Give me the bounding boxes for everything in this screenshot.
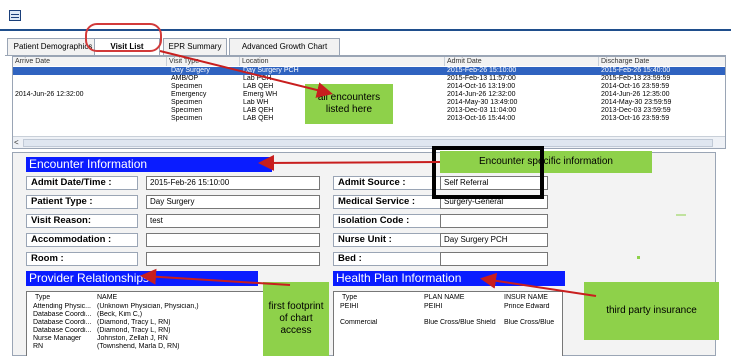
provider-type: Database Coordi... — [33, 311, 92, 318]
callout-first-footprint: first footprint of chart access — [263, 282, 329, 356]
column-header-insur-name[interactable]: INSUR NAME — [504, 294, 562, 302]
provider-type: RN — [33, 343, 44, 350]
tab-advanced-growth-chart[interactable]: Advanced Growth Chart — [229, 38, 340, 55]
patient-type-label: Patient Type : — [26, 195, 138, 209]
cell-arrive — [15, 67, 165, 75]
cell-admit: 2015-Feb-26 15:10:00 — [447, 67, 517, 74]
cell-visit-type: Day Surgery — [171, 67, 210, 74]
patient-type-field[interactable]: Day Surgery — [146, 195, 320, 209]
cell-visit-type: AMB/OP — [171, 75, 199, 82]
cell-admit: 2013-Dec-03 11:04:00 — [447, 107, 517, 114]
column-header-plan-name[interactable]: PLAN NAME — [424, 294, 494, 302]
provider-type: Database Coordi... — [33, 327, 92, 334]
callout-third-party: third party insurance — [584, 282, 719, 340]
encounter-specific-highlight-box — [432, 146, 544, 199]
health-plan-information-header: Health Plan Information — [333, 271, 565, 286]
cell-discharge: 2013-Dec-03 23:59:59 — [601, 107, 671, 114]
tab-epr-summary[interactable]: EPR Summary — [163, 38, 227, 55]
cell-discharge: 2015-Feb-26 15:40:00 — [601, 67, 671, 74]
scrollbar-thumb[interactable] — [23, 139, 713, 147]
cell-visit-type: Emergency — [171, 91, 207, 98]
cell-arrive — [15, 107, 165, 115]
column-header-discharge-date[interactable]: Discharge Date — [599, 57, 725, 66]
visit-list-highlight-circle — [85, 23, 162, 52]
provider-type: Attending Physic... — [33, 303, 91, 310]
bed-field[interactable] — [440, 252, 548, 266]
cell-admit: 2013-Oct-16 15:44:00 — [447, 115, 516, 122]
cell-discharge: 2014-Oct-16 23:59:59 — [601, 83, 670, 90]
list-item[interactable]: Commercial Blue Cross/Blue Shield Blue C… — [334, 319, 562, 327]
bed-label: Bed : — [333, 252, 443, 266]
cell-discharge: 2013-Oct-16 23:59:59 — [601, 115, 670, 122]
column-header-location[interactable]: Location — [240, 57, 445, 66]
cell-location: Lab PCH — [243, 75, 272, 82]
cell-discharge: 2015-Feb-13 23:59:59 — [601, 75, 671, 82]
encounter-information-header: Encounter Information — [26, 157, 272, 172]
cell-arrive — [15, 83, 165, 91]
accommodation-field[interactable] — [146, 233, 320, 247]
admit-datetime-field[interactable]: 2015-Feb-26 15:10:00 — [146, 176, 320, 190]
horizontal-scrollbar[interactable]: < — [13, 136, 725, 148]
health-plan-list[interactable]: Type PLAN NAME INSUR NAME PEIHI PEIHI Pr… — [333, 291, 563, 356]
cell-arrive — [15, 75, 165, 83]
table-row[interactable]: AMB/OP Lab PCH 2015-Feb-13 11:57:00 2015… — [13, 75, 725, 83]
insurer-name: Blue Cross/Blue — [504, 319, 555, 326]
room-label: Room : — [26, 252, 138, 266]
room-field[interactable] — [146, 252, 320, 266]
plan-name: Blue Cross/Blue Shield — [424, 319, 496, 326]
cell-discharge: 2014-Jun-26 12:35:00 — [601, 91, 670, 98]
isolation-code-field[interactable] — [440, 214, 548, 228]
plan-name: PEIHI — [424, 303, 443, 310]
table-row[interactable]: Day Surgery Day Surgery PCH 2015-Feb-26 … — [13, 67, 725, 75]
cell-visit-type: Specimen — [171, 115, 203, 122]
column-header-type[interactable]: Type — [35, 294, 95, 302]
visit-reason-field[interactable]: test — [146, 214, 320, 228]
cell-arrive — [15, 115, 165, 123]
list-item[interactable]: PEIHI PEIHI Prince Edward — [334, 303, 562, 311]
accommodation-label: Accommodation : — [26, 233, 138, 247]
plan-type: PEIHI — [340, 303, 359, 310]
column-header-admit-date[interactable]: Admit Date — [445, 57, 599, 66]
cell-admit: 2014-Jun-26 12:32:00 — [447, 91, 516, 98]
provider-type: Database Coordi... — [33, 319, 92, 326]
app-icon[interactable] — [9, 10, 21, 21]
cell-location: Day Surgery PCH — [243, 67, 299, 74]
column-header-type[interactable]: Type — [342, 294, 402, 302]
plan-type: Commercial — [340, 319, 378, 326]
cell-visit-type: Specimen — [171, 99, 203, 106]
cell-admit: 2014-Oct-16 13:19:00 — [447, 83, 516, 90]
medical-service-label: Medical Service : — [333, 195, 443, 209]
cell-arrive: 2014-Jun-26 12:32:00 — [15, 91, 84, 98]
nurse-unit-label: Nurse Unit : — [333, 233, 443, 247]
provider-relationships-header: Provider Relationships — [26, 271, 258, 286]
callout-all-encounters: all encounters listed here — [305, 84, 393, 124]
column-header-visit-type[interactable]: Visit Type — [167, 57, 240, 66]
column-header-name[interactable]: NAME — [97, 294, 157, 302]
insurer-name: Prince Edward — [504, 303, 550, 310]
nurse-unit-field[interactable]: Day Surgery PCH — [440, 233, 548, 247]
column-header-arrive-date[interactable]: Arrive Date — [13, 57, 167, 66]
isolation-code-label: Isolation Code : — [333, 214, 443, 228]
cell-visit-type: Specimen — [171, 83, 203, 90]
cell-visit-type: Specimen — [171, 107, 203, 114]
cell-discharge: 2014-May-30 23:59:59 — [601, 99, 672, 106]
cell-admit: 2015-Feb-13 11:57:00 — [447, 75, 516, 82]
visit-reason-label: Visit Reason: — [26, 214, 138, 228]
admit-datetime-label: Admit Date/Time : — [26, 176, 138, 190]
cell-admit: 2014-May-30 13:49:00 — [447, 99, 518, 106]
admit-source-label: Admit Source : — [333, 176, 443, 190]
scroll-left-arrow-icon[interactable]: < — [14, 137, 22, 148]
list-header: Type PLAN NAME INSUR NAME — [334, 294, 562, 302]
cell-arrive — [15, 99, 165, 107]
provider-type: Nurse Manager — [33, 335, 82, 342]
